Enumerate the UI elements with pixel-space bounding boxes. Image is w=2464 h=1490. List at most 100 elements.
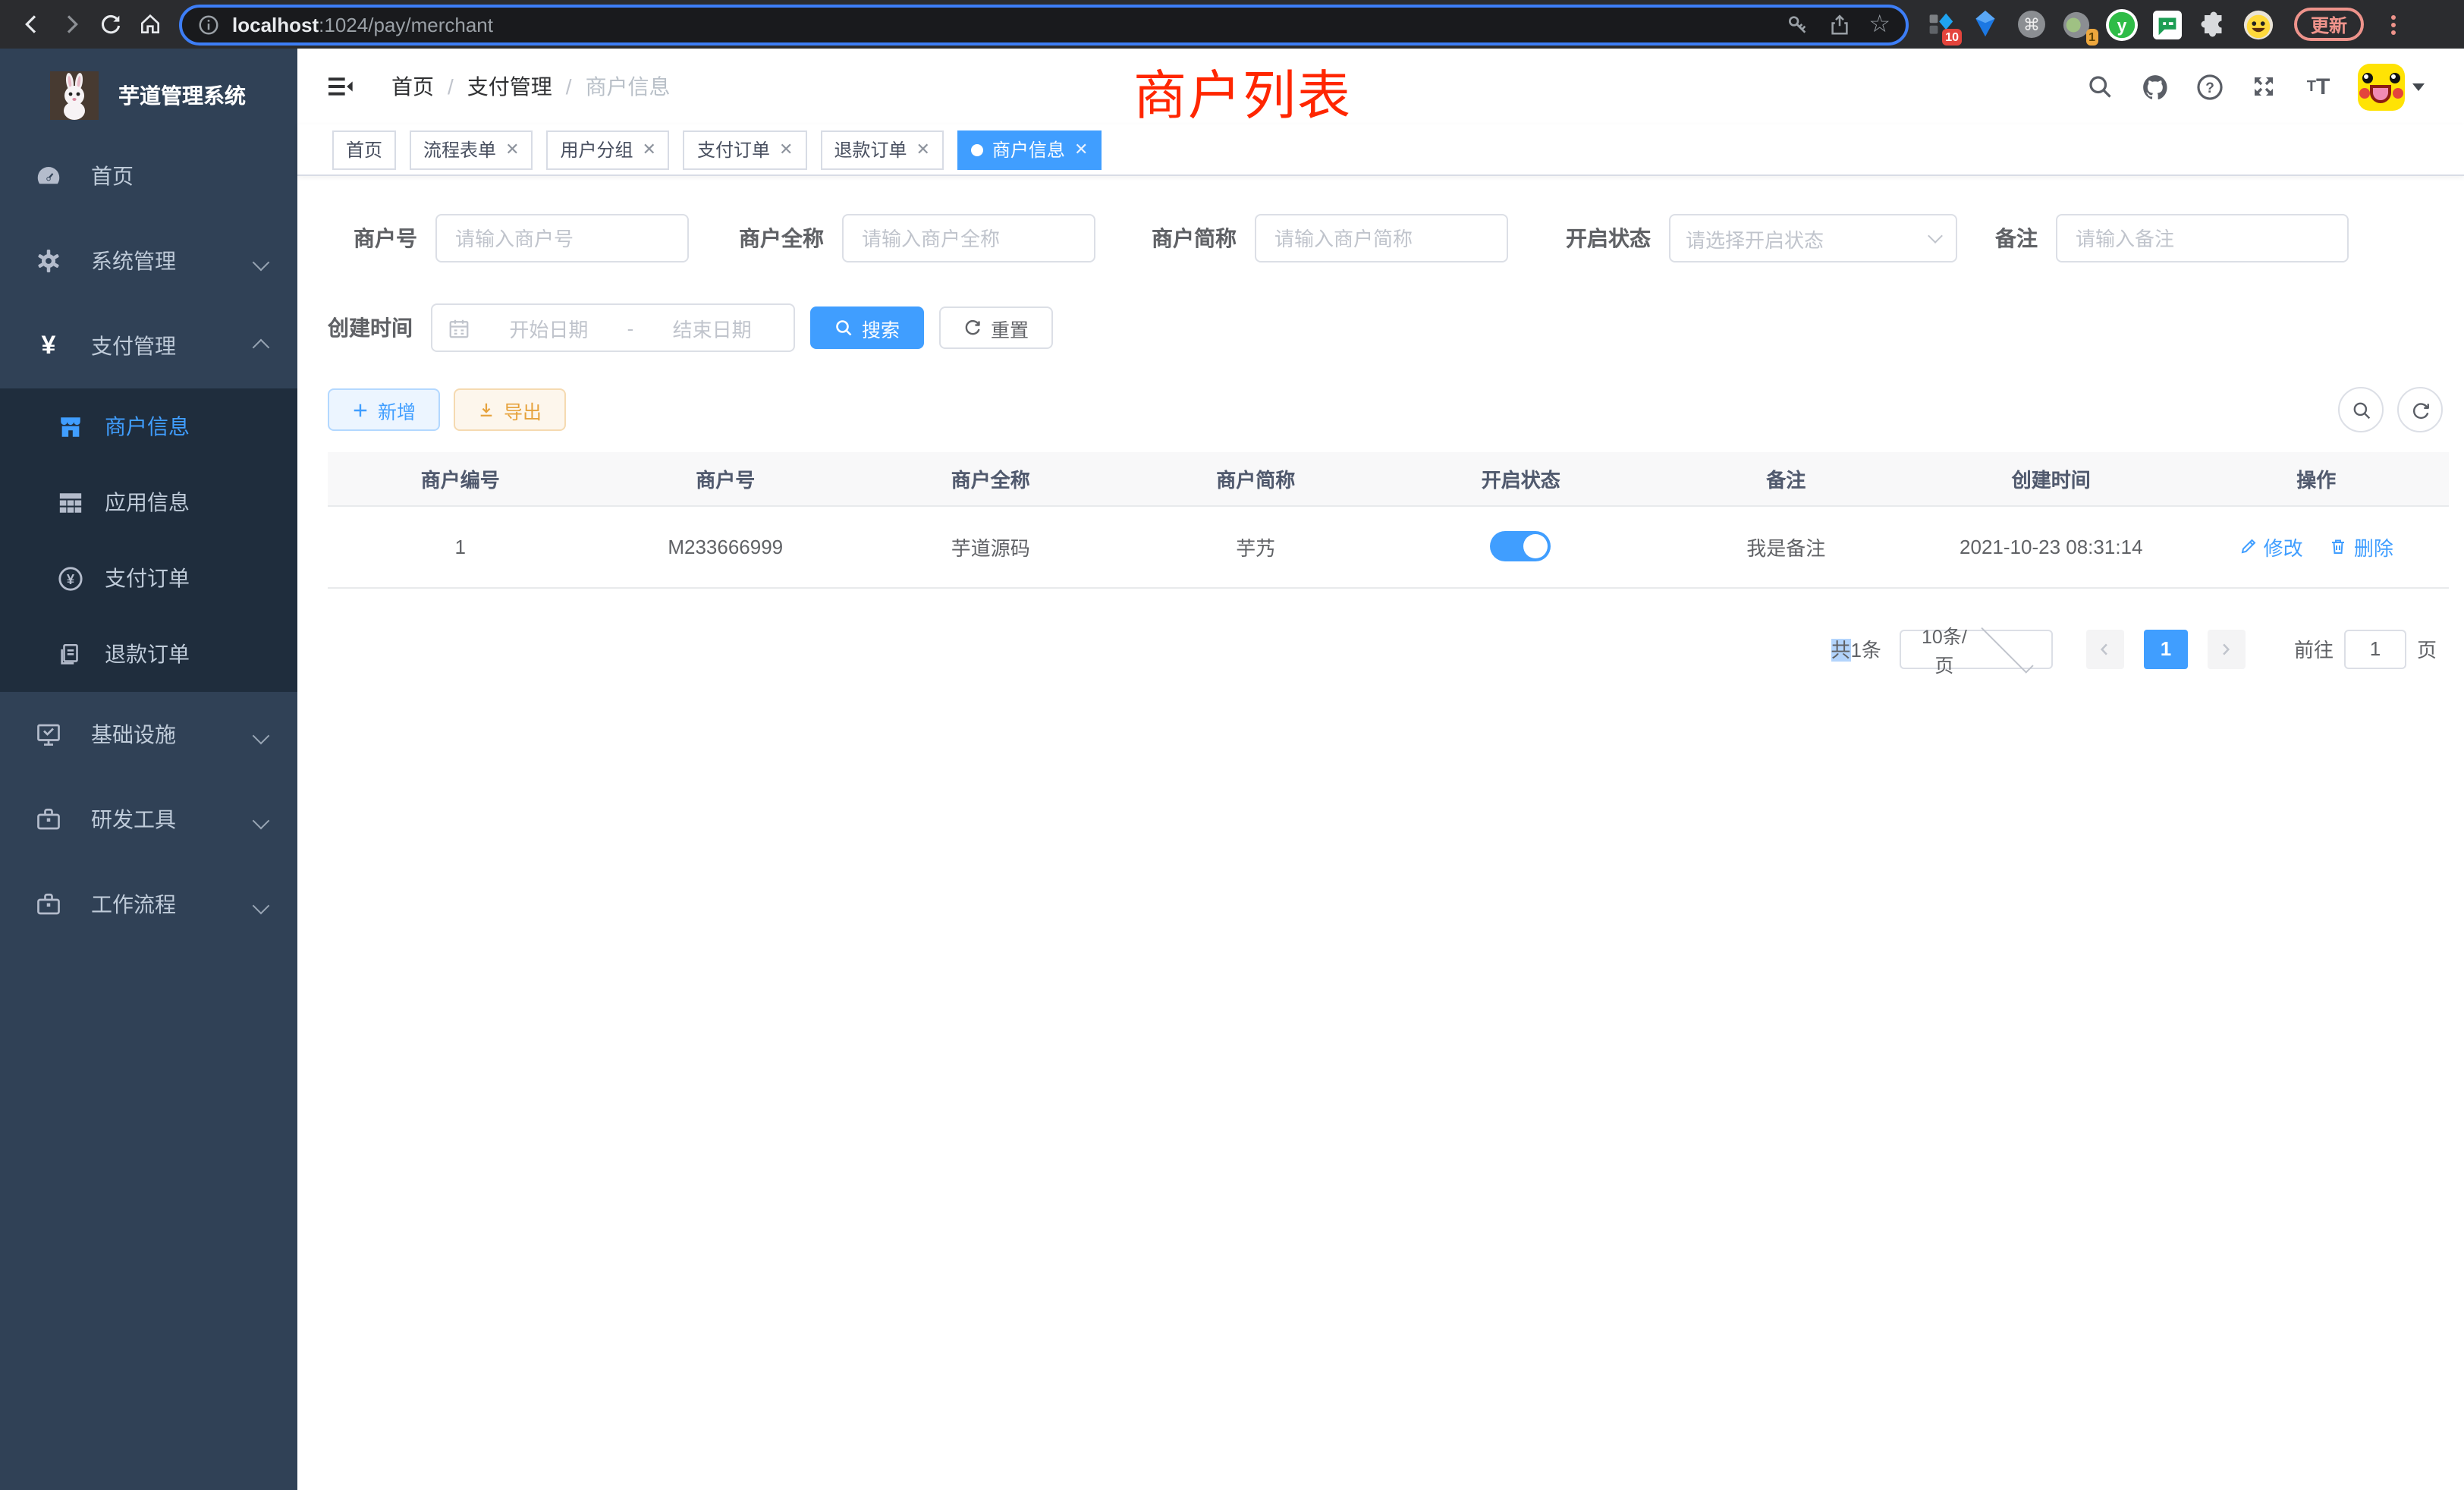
export-button[interactable]: 导出 xyxy=(454,388,566,431)
cmd-glyph: ⌘ xyxy=(2022,15,2039,34)
sidebar-item-home[interactable]: 首页 xyxy=(0,134,297,218)
tab-pay-order[interactable]: 支付订单✕ xyxy=(684,130,806,169)
sidebar-item-workflow[interactable]: 工作流程 xyxy=(0,862,297,947)
sidebar-item-system[interactable]: 系统管理 xyxy=(0,218,297,303)
filter-row-2: 创建时间 开始日期 - 结束日期 搜索 重置 xyxy=(328,303,2449,352)
sidebar-item-label: 商户信息 xyxy=(105,411,190,442)
url-path: :1024/pay/merchant xyxy=(319,13,493,36)
search-icon[interactable] xyxy=(2085,71,2115,102)
goto-page-input[interactable] xyxy=(2344,629,2406,668)
password-key-icon[interactable] xyxy=(1785,12,1809,36)
tab-refund-order[interactable]: 退款订单✕ xyxy=(820,130,943,169)
short-name-label: 商户简称 xyxy=(1152,223,1255,253)
user-avatar-menu[interactable] xyxy=(2358,63,2425,110)
extension-grid-icon[interactable]: 10 xyxy=(1924,8,1956,40)
sidebar-toggle-icon[interactable] xyxy=(325,71,355,102)
sidebar-item-app-info[interactable]: 应用信息 xyxy=(0,464,297,540)
sidebar-item-label: 工作流程 xyxy=(91,889,176,919)
merchant-table: 商户编号 商户号 商户全称 商户简称 开启状态 备注 创建时间 操作 1 xyxy=(328,452,2449,588)
close-icon[interactable]: ✕ xyxy=(916,140,929,159)
chevron-down-icon xyxy=(255,249,267,273)
tab-process-form[interactable]: 流程表单✕ xyxy=(410,130,533,169)
yen-icon: ¥ xyxy=(30,331,67,361)
show-search-button[interactable] xyxy=(2338,387,2384,432)
remark-input[interactable] xyxy=(2056,214,2349,262)
cell-full-name: 芋道源码 xyxy=(858,505,1124,587)
extension-circle-icon[interactable]: 1 xyxy=(2060,8,2092,40)
sidebar-item-pay-order[interactable]: ¥ 支付订单 xyxy=(0,540,297,616)
merchant-no-input[interactable] xyxy=(435,214,689,262)
pagination: 共1条 10条/页 1 前往 页 xyxy=(328,629,2449,668)
bookmark-star-icon[interactable]: ☆ xyxy=(1868,9,1890,39)
extension-badge: 1 xyxy=(2085,28,2098,45)
browser-menu-icon[interactable] xyxy=(2388,11,2399,37)
status-toggle-on[interactable] xyxy=(1491,531,1551,561)
back-icon[interactable] xyxy=(12,5,52,44)
extension-command-icon[interactable]: ⌘ xyxy=(2015,8,2047,40)
breadcrumb-home[interactable]: 首页 xyxy=(391,71,434,102)
github-icon[interactable] xyxy=(2139,71,2170,102)
cell-merchant-no: M233666999 xyxy=(593,505,859,587)
payment-submenu: 商户信息 应用信息 ¥ 支付订单 xyxy=(0,388,297,692)
close-icon[interactable]: ✕ xyxy=(779,140,793,159)
add-button[interactable]: 新增 xyxy=(328,388,440,431)
app-logo-row[interactable]: 芋道管理系统 xyxy=(0,58,297,134)
next-page-button[interactable] xyxy=(2208,629,2246,668)
extension-chat-icon[interactable] xyxy=(2151,8,2183,40)
extensions-puzzle-icon[interactable] xyxy=(2197,8,2229,40)
active-dot xyxy=(971,143,983,156)
address-bar[interactable]: localhost:1024/pay/merchant ☆ xyxy=(179,4,1909,45)
grid-icon xyxy=(56,489,83,515)
prev-page-button[interactable] xyxy=(2086,629,2124,668)
extension-y-icon[interactable]: y xyxy=(2106,8,2138,40)
help-icon[interactable]: ? xyxy=(2194,71,2224,102)
sidebar-item-infra[interactable]: 基础设施 xyxy=(0,692,297,777)
share-icon[interactable] xyxy=(1828,13,1850,36)
forward-icon[interactable] xyxy=(52,5,91,44)
page-size-select[interactable]: 10条/页 xyxy=(1900,629,2053,668)
browser-toolbar: localhost:1024/pay/merchant ☆ 10 ⌘ xyxy=(0,0,2464,49)
briefcase-icon xyxy=(30,891,67,918)
status-select[interactable]: 请选择开启状态 xyxy=(1669,214,1957,262)
refresh-table-button[interactable] xyxy=(2397,387,2443,432)
sidebar-item-label: 退款订单 xyxy=(105,639,190,669)
sidebar-item-dev-tools[interactable]: 研发工具 xyxy=(0,777,297,862)
delete-button[interactable]: 删除 xyxy=(2330,532,2393,561)
merchant-no-label: 商户号 xyxy=(354,223,435,253)
home-icon[interactable] xyxy=(130,5,170,44)
page-number-1[interactable]: 1 xyxy=(2144,629,2188,668)
date-range-picker[interactable]: 开始日期 - 结束日期 xyxy=(431,303,795,352)
extension-gem-icon[interactable] xyxy=(1969,8,2001,40)
short-name-input[interactable] xyxy=(1255,214,1508,262)
sidebar-item-label: 支付订单 xyxy=(105,563,190,593)
sidebar-item-label: 研发工具 xyxy=(91,804,176,835)
chevron-down-icon xyxy=(1981,620,2033,672)
breadcrumb: 首页 / 支付管理 / 商户信息 xyxy=(391,71,671,102)
site-info-icon[interactable] xyxy=(197,13,220,36)
sidebar-item-refund-order[interactable]: 退款订单 xyxy=(0,616,297,692)
fullscreen-icon[interactable] xyxy=(2249,71,2279,102)
cell-actions: 修改 删除 xyxy=(2184,505,2450,587)
breadcrumb-payment[interactable]: 支付管理 xyxy=(467,71,552,102)
cell-create-time: 2021-10-23 08:31:14 xyxy=(1919,505,2184,587)
rabbit-logo xyxy=(50,71,99,120)
tab-user-group[interactable]: 用户分组✕ xyxy=(547,130,670,169)
dashboard-icon xyxy=(30,162,67,190)
table-header-row: 商户编号 商户号 商户全称 商户简称 开启状态 备注 创建时间 操作 xyxy=(328,452,2449,505)
svg-text:y: y xyxy=(2117,15,2127,35)
sidebar-item-payment[interactable]: ¥ 支付管理 xyxy=(0,303,297,388)
font-size-icon[interactable]: TT xyxy=(2303,71,2334,102)
tab-home[interactable]: 首页 xyxy=(332,130,396,169)
close-icon[interactable]: ✕ xyxy=(643,140,656,159)
close-icon[interactable]: ✕ xyxy=(505,140,519,159)
profile-emoji-avatar[interactable] xyxy=(2242,8,2274,40)
browser-update-button[interactable]: 更新 xyxy=(2294,8,2364,41)
full-name-input[interactable] xyxy=(842,214,1095,262)
edit-button[interactable]: 修改 xyxy=(2239,532,2303,561)
sidebar-item-merchant-info[interactable]: 商户信息 xyxy=(0,388,297,464)
search-button[interactable]: 搜索 xyxy=(810,306,924,349)
close-icon[interactable]: ✕ xyxy=(1074,140,1088,159)
reset-button[interactable]: 重置 xyxy=(939,306,1053,349)
tab-merchant-info[interactable]: 商户信息✕ xyxy=(957,130,1102,169)
reload-icon[interactable] xyxy=(91,5,130,44)
